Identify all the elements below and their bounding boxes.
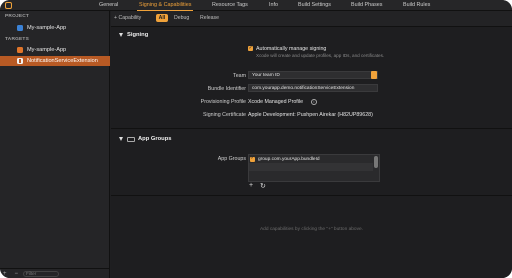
app-target-icon [17,47,23,53]
capabilities-toolbar: + Capability All Debug Release [111,11,512,27]
add-target-button[interactable]: + [3,271,7,277]
team-label: Team [233,73,246,79]
sidebar-footer: + − Filter [0,268,110,278]
team-value: Your team ID [252,72,280,78]
disclosure-triangle-icon [119,137,123,141]
app-groups-section-header[interactable]: App Groups [119,136,172,142]
signing-certificate-value: Apple Development: Pushpen Airekar (H82U… [248,112,373,118]
tab-info[interactable]: Info [269,2,278,8]
info-icon[interactable]: i [311,99,317,105]
signing-title: Signing [127,32,149,38]
capabilities-editor: Signing Automatically manage signing Xco… [111,27,512,278]
app-groups-list[interactable]: group.com.yourApp.bundleId [248,154,380,182]
app-groups-icon [127,136,135,142]
filter-release-button[interactable]: Release [200,15,219,21]
xcode-window: General Signing & Capabilities Resource … [0,0,512,278]
signing-section-header[interactable]: Signing [119,32,148,38]
project-file-icon [17,25,23,31]
extension-icon [17,58,23,64]
add-capability-button[interactable]: + Capability [114,15,141,21]
refresh-icon[interactable]: ↻ [260,182,266,190]
section-divider [111,195,512,196]
app-group-id: group.com.yourApp.bundleId [258,156,320,162]
app-groups-title: App Groups [138,136,172,142]
list-item [249,171,373,179]
app-group-checkbox[interactable] [250,155,255,162]
list-item [249,163,373,171]
remove-target-button[interactable]: − [15,271,19,277]
tab-general[interactable]: General [99,2,118,8]
filter-all-button[interactable]: All [156,14,168,22]
sidebar-item-target-app[interactable]: My-sample-App [0,45,110,55]
auto-manage-checkbox[interactable] [248,45,253,51]
sidebar-item-label: My-sample-App [27,47,67,53]
provisioning-profile-label: Provisioning Profile [200,99,246,105]
disclosure-triangle-icon [119,33,123,37]
chevron-down-icon [371,71,377,79]
bundle-identifier-field[interactable]: com.yourapp.demo.notificationServiceExte… [248,84,378,92]
filter-placeholder: Filter [26,271,37,276]
list-item[interactable]: group.com.yourApp.bundleId [249,155,373,163]
filter-input[interactable]: Filter [23,270,60,277]
signing-certificate-label: Signing Certificate [203,112,246,118]
provisioning-profile-value: Xcode Managed Profile [248,99,304,105]
sidebar-item-target-extension[interactable]: NotificationServiceExtension [0,56,110,66]
app-groups-label: App Groups [217,156,246,162]
section-divider [111,128,512,129]
editor-tab-bar: General Signing & Capabilities Resource … [0,0,512,11]
auto-manage-label: Automatically manage signing [256,46,327,52]
tab-build-phases[interactable]: Build Phases [351,2,382,8]
team-select[interactable]: Your team ID [248,71,378,79]
app-icon [5,2,12,9]
bundle-identifier-label: Bundle Identifier [207,86,246,92]
bundle-identifier-value: com.yourapp.demo.notificationServiceExte… [252,85,355,91]
tab-signing-capabilities[interactable]: Signing & Capabilities [136,2,194,11]
tab-resource-tags[interactable]: Resource Tags [212,2,248,8]
tab-build-rules[interactable]: Build Rules [403,2,430,8]
sidebar-item-project[interactable]: My-sample-App [0,23,110,33]
sidebar-item-label: My-sample-App [27,25,67,31]
auto-manage-help: Xcode will create and update profiles, a… [256,53,385,58]
targets-header: TARGETS [5,37,29,42]
tab-build-settings[interactable]: Build Settings [298,2,331,8]
project-header: PROJECT [5,14,30,19]
filter-debug-button[interactable]: Debug [174,15,189,21]
sidebar-item-label: NotificationServiceExtension [27,58,98,64]
project-navigator: PROJECT My-sample-App TARGETS My-sample-… [0,11,110,278]
add-app-group-button[interactable]: + [249,182,253,189]
empty-capabilities-note: Add capabilities by clicking the "+" but… [259,227,363,232]
list-scrollbar[interactable] [374,156,378,168]
